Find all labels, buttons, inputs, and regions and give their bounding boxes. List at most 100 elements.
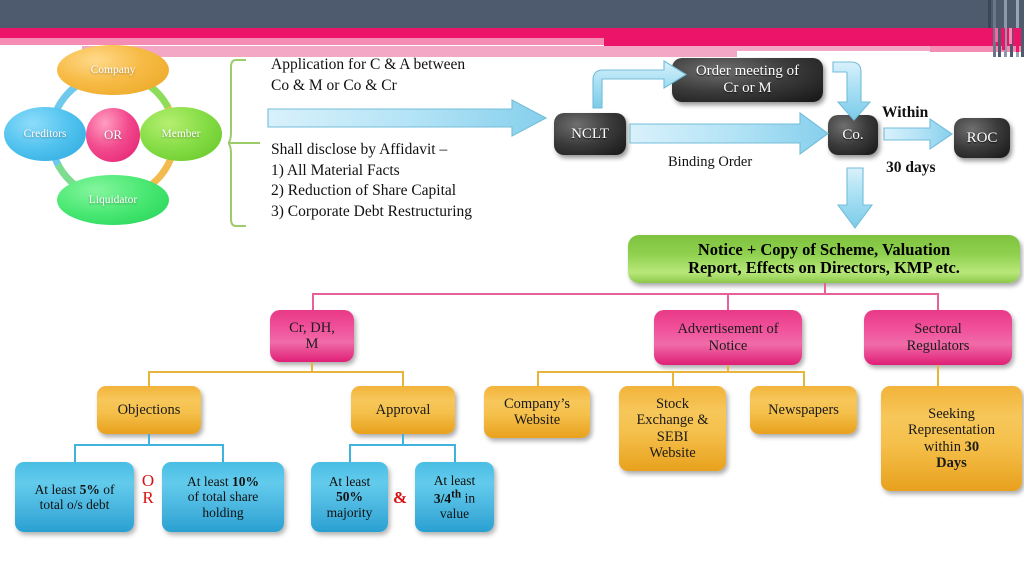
top-magenta-band-right (604, 38, 1024, 46)
share-line-3: holding (202, 504, 244, 520)
connector-to-company-website (537, 371, 539, 386)
node-company-website[interactable]: Company’s Website (484, 386, 590, 438)
node-seeking-representation[interactable]: Seeking Representation within 30 Days (881, 386, 1022, 491)
value-line-1: At least (433, 473, 476, 489)
node-roc[interactable]: ROC (954, 118, 1010, 158)
application-text: Application for C & A between Co & M or … (271, 55, 571, 96)
top-stripe-3 (998, 0, 1001, 57)
or-separator-label: OR (141, 471, 155, 507)
share-line-2: of total share (187, 489, 259, 505)
company-label: Co. (842, 126, 864, 143)
affidavit-item-3: 3) Corporate Debt Restructuring (271, 202, 473, 220)
ellipse-liquidator-label: Liquidator (88, 194, 138, 206)
ellipse-liquidator[interactable]: Liquidator (57, 175, 169, 225)
order-meeting-line-1: Order meeting of (695, 63, 800, 80)
node-sectoral-regulators[interactable]: Sectoral Regulators (864, 310, 1012, 365)
ellipse-member[interactable]: Member (140, 107, 222, 161)
node-at-least-three-fourth-value[interactable]: At least 3/4th in value (415, 462, 494, 532)
ellipse-company[interactable]: Company (57, 45, 169, 95)
within-label: Within (882, 104, 929, 121)
top-dark-band (0, 0, 1024, 28)
node-at-least-10-percent-share[interactable]: At least 10% of total share holding (162, 462, 284, 532)
connector-to-advertisement (727, 293, 729, 310)
connector-to-value-box (454, 444, 456, 462)
majority-line-3: majority (326, 504, 373, 520)
top-stripe-magenta-1 (988, 28, 991, 46)
ellipse-creditors[interactable]: Creditors (4, 107, 86, 161)
node-notice[interactable]: Notice + Copy of Scheme, Valuation Repor… (628, 235, 1020, 283)
objections-label: Objections (117, 401, 181, 418)
affidavit-text: Shall disclose by Affidavit – 1) All Mat… (271, 140, 571, 222)
majority-line-2: 50% (336, 489, 363, 505)
top-stripe-magenta-4 (1009, 28, 1012, 44)
sectoral-line-1: Sectoral (914, 321, 962, 338)
node-stock-exchange-sebi[interactable]: Stock Exchange & SEBI Website (619, 386, 726, 471)
notice-line-1: Notice + Copy of Scheme, Valuation (697, 239, 951, 259)
connector-approval-horizontal (349, 444, 455, 446)
affidavit-item-2: 2) Reduction of Share Capital (271, 182, 457, 200)
top-magenta-band (0, 28, 1024, 38)
seeking-line-3: within 30 (923, 438, 980, 455)
ellipse-member-label: Member (161, 128, 201, 140)
debt-line-1: At least 5% of (34, 481, 115, 497)
connector-crdhm-horizontal (148, 371, 404, 373)
connector-to-newspapers (803, 371, 805, 386)
node-at-least-50-percent-majority[interactable]: At least 50% majority (311, 462, 388, 532)
within-days-label: 30 days (886, 159, 936, 176)
arrow-binding-order (629, 111, 829, 156)
top-stripe-magenta-2 (995, 28, 998, 42)
connector-to-share-box (222, 444, 224, 462)
slide-canvas: Company Creditors Member Liquidator OR A… (0, 0, 1024, 576)
node-newspapers[interactable]: Newspapers (750, 386, 857, 434)
connector-to-debt-box (74, 444, 76, 462)
cr-dh-m-line-2: M (305, 336, 319, 352)
ellipse-or-center[interactable]: OR (86, 108, 140, 162)
connector-sectoral-stem (937, 365, 939, 386)
value-line-2: 3/4th in (433, 488, 476, 506)
stock-exchange-line-2: Exchange & (636, 412, 709, 429)
connector-to-objections (148, 371, 150, 386)
seeking-line-4: Days (936, 454, 967, 471)
arrow-company-to-roc (883, 117, 953, 151)
notice-line-2: Report, Effects on Directors, KMP etc. (688, 258, 960, 277)
approval-label: Approval (375, 401, 431, 418)
green-brace-icon (228, 59, 260, 227)
node-objections[interactable]: Objections (97, 386, 201, 434)
cr-dh-m-line-1: Cr, DH, (289, 319, 335, 336)
order-meeting-line-2: Cr or M (723, 80, 772, 96)
node-order-meeting[interactable]: Order meeting of Cr or M (672, 58, 823, 102)
sectoral-line-2: Regulators (906, 337, 970, 354)
affidavit-heading: Shall disclose by Affidavit – (271, 141, 448, 158)
value-line-3: value (439, 505, 470, 521)
seeking-line-2: Representation (908, 422, 995, 439)
seeking-line-1: Seeking (928, 406, 975, 423)
application-line-2: Co & M or Co & Cr (271, 76, 397, 94)
node-company[interactable]: Co. (828, 115, 878, 155)
advertisement-line-1: Advertisement of (677, 321, 779, 338)
connector-to-majority-box (349, 444, 351, 462)
connector-notice-horizontal (312, 293, 939, 295)
node-advertisement-of-notice[interactable]: Advertisement of Notice (654, 310, 802, 365)
node-nclt[interactable]: NCLT (554, 113, 626, 155)
arrow-order-meeting-to-company (832, 61, 872, 121)
connector-objections-horizontal (74, 444, 223, 446)
node-approval[interactable]: Approval (351, 386, 455, 434)
and-separator-label: & (393, 488, 408, 507)
stock-exchange-line-3: SEBI (656, 428, 689, 445)
roc-label: ROC (966, 129, 998, 146)
connector-to-stock-exchange (672, 371, 674, 386)
binding-order-label: Binding Order (668, 154, 753, 170)
company-website-line-2: Website (513, 412, 561, 428)
connector-advertisement-horizontal (537, 371, 804, 373)
connector-to-approval (402, 371, 404, 386)
majority-line-1: At least (328, 474, 371, 490)
node-at-least-5-percent-debt[interactable]: At least 5% of total o/s debt (15, 462, 134, 532)
ellipse-creditors-label: Creditors (23, 128, 67, 140)
node-cr-dh-m[interactable]: Cr, DH, M (270, 310, 354, 362)
connector-to-sectoral (937, 293, 939, 310)
advertisement-line-2: Notice (708, 337, 748, 354)
application-line-1: Application for C & A between (271, 56, 466, 73)
arrow-application-right (267, 99, 548, 137)
top-stripe-magenta-5 (1016, 28, 1019, 52)
top-stripe-magenta-3 (1002, 28, 1005, 50)
